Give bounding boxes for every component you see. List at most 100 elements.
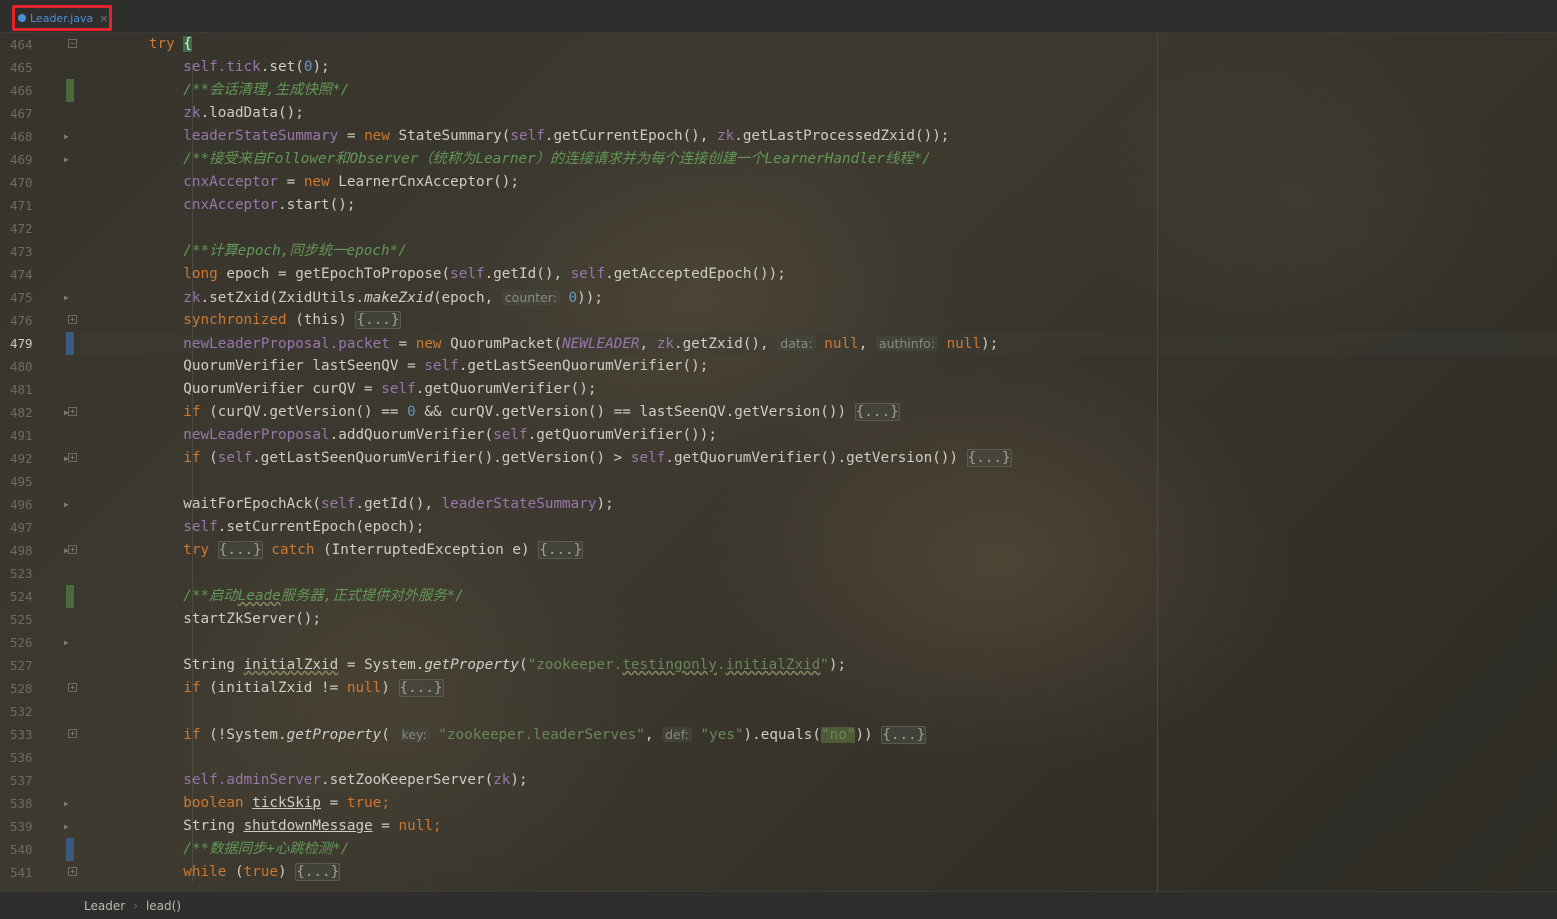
line-number[interactable]: 528	[10, 677, 40, 700]
line-number[interactable]: 479	[10, 332, 40, 355]
code-area[interactable]: try { self.tick.set(0); /**会话清理,生成快照*/ z…	[80, 33, 1557, 891]
line-number[interactable]: 472	[10, 217, 40, 240]
line-number[interactable]: 538	[10, 792, 40, 815]
line-number[interactable]: 496	[10, 493, 40, 516]
gutter-row: 527	[0, 654, 80, 677]
line-number[interactable]: 476	[10, 309, 40, 332]
line-number[interactable]: 527	[10, 654, 40, 677]
breadcrumb-method[interactable]: lead()	[146, 899, 181, 913]
gutter-row: 474	[0, 263, 80, 286]
line-number[interactable]: 468	[10, 125, 40, 148]
line-number[interactable]: 464	[10, 33, 40, 56]
code-line-480: QuorumVerifier lastSeenQV = self.getLast…	[183, 358, 709, 374]
line-number[interactable]: 481	[10, 378, 40, 401]
code-line-469: /**接受来自Follower和Observer（统称为Learner）的连接请…	[183, 151, 931, 167]
gutter-row: 475 ▶	[0, 286, 80, 309]
line-number[interactable]: 475	[10, 286, 40, 309]
breadcrumb-class[interactable]: Leader	[84, 899, 125, 913]
line-number[interactable]: 524	[10, 585, 40, 608]
line-number[interactable]: 541	[10, 861, 40, 884]
close-tab-icon[interactable]: ×	[99, 12, 108, 25]
line-number[interactable]: 526	[10, 631, 40, 654]
line-number[interactable]: 539	[10, 815, 40, 838]
line-number[interactable]: 495	[10, 470, 40, 493]
line-number[interactable]: 525	[10, 608, 40, 631]
fold-expand-icon[interactable]: +	[68, 315, 77, 324]
line-number[interactable]: 537	[10, 769, 40, 792]
vcs-change-marker[interactable]	[66, 79, 74, 102]
line-number[interactable]: 474	[10, 263, 40, 286]
folded-block[interactable]: {...}	[966, 449, 1012, 467]
fold-expand-icon[interactable]: +	[68, 683, 77, 692]
folded-block[interactable]: {...}	[854, 403, 900, 421]
fold-collapse-icon[interactable]: −	[68, 39, 77, 48]
bookmark-arrow-icon: ▶	[64, 155, 69, 164]
bookmark-arrow-icon: ▶	[64, 638, 69, 647]
line-number[interactable]: 533	[10, 723, 40, 746]
tab-leader-java[interactable]: Leader.java ×	[12, 5, 112, 31]
gutter-row: 536	[0, 746, 80, 769]
code-line-541: while (true) {...}	[183, 863, 341, 881]
bookmark-arrow-icon: ▶	[64, 293, 69, 302]
fold-expand-icon[interactable]: +	[68, 453, 77, 462]
line-number[interactable]: 480	[10, 355, 40, 378]
vcs-change-marker[interactable]	[66, 585, 74, 608]
line-number[interactable]: 532	[10, 700, 40, 723]
line-number[interactable]: 492	[10, 447, 40, 470]
line-number[interactable]: 466	[10, 79, 40, 102]
vcs-change-marker[interactable]	[66, 332, 74, 355]
fold-expand-icon[interactable]: +	[68, 407, 77, 416]
line-number[interactable]: 473	[10, 240, 40, 263]
code-line-497: self.setCurrentEpoch(epoch);	[183, 519, 425, 535]
bookmark-arrow-icon: ▶	[64, 500, 69, 509]
line-number[interactable]: 491	[10, 424, 40, 447]
fold-expand-icon[interactable]: +	[68, 545, 77, 554]
gutter-row: 498 ▶ +	[0, 539, 80, 562]
line-number[interactable]: 471	[10, 194, 40, 217]
code-line-468: leaderStateSummary = new StateSummary(se…	[183, 128, 950, 144]
folded-block[interactable]: {...}	[355, 311, 401, 329]
java-class-icon	[18, 14, 26, 22]
code-line-540: /**数据同步+心跳检测*/	[183, 841, 350, 857]
param-hint-def: def:	[662, 727, 692, 742]
bookmark-arrow-icon: ▶	[64, 799, 69, 808]
bookmark-arrow-icon: ▶	[64, 822, 69, 831]
line-number[interactable]: 467	[10, 102, 40, 125]
line-number[interactable]: 497	[10, 516, 40, 539]
code-line-528: if (initialZxid != null) {...}	[183, 679, 444, 697]
line-number[interactable]: 523	[10, 562, 40, 585]
gutter-row: 482 ▶ +	[0, 401, 80, 424]
line-number[interactable]: 482	[10, 401, 40, 424]
line-number[interactable]: 498	[10, 539, 40, 562]
gutter-row: 470	[0, 171, 80, 194]
line-number[interactable]: 465	[10, 56, 40, 79]
vcs-change-marker[interactable]	[66, 838, 74, 861]
tab-label: Leader.java	[30, 11, 94, 25]
code-line-492: if (self.getLastSeenQuorumVerifier().get…	[183, 449, 1012, 467]
folded-block[interactable]: {...}	[295, 863, 341, 881]
line-number[interactable]: 536	[10, 746, 40, 769]
fold-expand-icon[interactable]: +	[68, 729, 77, 738]
folded-block[interactable]: {...}	[217, 541, 263, 559]
line-number[interactable]: 540	[10, 838, 40, 861]
gutter-row: 492 ▶ +	[0, 447, 80, 470]
param-hint-data: data:	[777, 336, 816, 351]
breadcrumb-separator-icon: ›	[133, 898, 138, 913]
line-number[interactable]: 469	[10, 148, 40, 171]
line-number-gutter: 464 − 465 466 467 468 ▶ 469 ▶ 470 471 472 473 474 475 ▶…	[0, 33, 80, 891]
folded-block[interactable]: {...}	[538, 541, 584, 559]
code-line-466: /**会话清理,生成快照*/	[183, 82, 350, 98]
folded-block[interactable]: {...}	[881, 726, 927, 744]
code-line-491: newLeaderProposal.addQuorumVerifier(self…	[183, 427, 717, 443]
folded-block[interactable]: {...}	[398, 679, 444, 697]
gutter-row: 472	[0, 217, 80, 240]
gutter-row: 497	[0, 516, 80, 539]
gutter-row: 525	[0, 608, 80, 631]
line-number[interactable]: 470	[10, 171, 40, 194]
code-line-479: newLeaderProposal.packet = new QuorumPac…	[80, 332, 1557, 355]
gutter-row: 526 ▶	[0, 631, 80, 654]
gutter-row: 476 +	[0, 309, 80, 332]
fold-expand-icon[interactable]: +	[68, 867, 77, 876]
